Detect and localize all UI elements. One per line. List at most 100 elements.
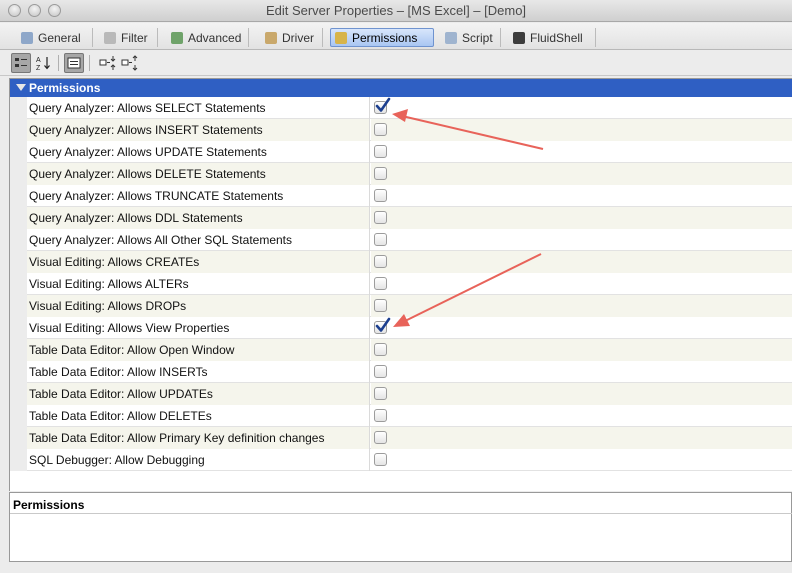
property-value — [371, 141, 792, 163]
row-gutter — [10, 317, 27, 339]
tab-fluidshell[interactable]: FluidShell — [509, 28, 596, 47]
description-divider — [10, 513, 792, 514]
property-row[interactable]: Visual Editing: Allows ALTERs — [10, 273, 792, 295]
property-name: Table Data Editor: Allow Primary Key def… — [27, 427, 370, 449]
advanced-icon — [171, 31, 183, 44]
permission-checkbox[interactable] — [374, 365, 387, 378]
tab-script[interactable]: Script — [441, 28, 501, 47]
property-name: Query Analyzer: Allows SELECT Statements — [27, 97, 370, 119]
collapse-all-button[interactable] — [120, 53, 140, 73]
row-gutter — [10, 361, 27, 383]
sort-alphabetical-button[interactable]: A Z — [33, 53, 53, 73]
property-row[interactable]: Visual Editing: Allows CREATEs — [10, 251, 792, 273]
tab-driver[interactable]: Driver — [261, 28, 323, 47]
driver-icon — [265, 31, 277, 44]
property-name: Visual Editing: Allows ALTERs — [27, 273, 370, 295]
permission-checkbox[interactable] — [374, 431, 387, 444]
row-gutter — [10, 295, 27, 317]
tab-label: General — [38, 30, 81, 45]
property-name: Query Analyzer: Allows All Other SQL Sta… — [27, 229, 370, 251]
property-row[interactable]: Query Analyzer: Allows DDL Statements — [10, 207, 792, 229]
property-row[interactable]: Query Analyzer: Allows DELETE Statements — [10, 163, 792, 185]
property-row[interactable]: Table Data Editor: Allow Open Window — [10, 339, 792, 361]
property-value — [371, 119, 792, 141]
row-gutter — [10, 273, 27, 295]
property-value — [371, 361, 792, 383]
row-gutter — [10, 97, 27, 119]
property-row[interactable]: Query Analyzer: Allows SELECT Statements — [10, 97, 792, 119]
property-row[interactable]: Query Analyzer: Allows TRUNCATE Statemen… — [10, 185, 792, 207]
property-row[interactable]: Visual Editing: Allows View Properties — [10, 317, 792, 339]
permissions-icon — [335, 31, 347, 44]
property-name: Query Analyzer: Allows UPDATE Statements — [27, 141, 370, 163]
property-row[interactable]: Query Analyzer: Allows UPDATE Statements — [10, 141, 792, 163]
property-name: Query Analyzer: Allows DELETE Statements — [27, 163, 370, 185]
property-row[interactable]: Table Data Editor: Allow Primary Key def… — [10, 427, 792, 449]
permission-checkbox[interactable] — [374, 277, 387, 290]
description-title: Permissions — [13, 498, 85, 512]
permission-checkbox[interactable] — [374, 233, 387, 246]
description-panel: Permissions — [9, 492, 792, 562]
svg-text:Z: Z — [36, 65, 41, 71]
sort-alphabetical-icon: A Z — [36, 57, 50, 71]
property-value — [371, 383, 792, 405]
tab-label: Advanced — [188, 30, 242, 45]
permission-checkbox[interactable] — [374, 343, 387, 356]
tab-general[interactable]: General — [17, 28, 93, 47]
permission-checkbox[interactable] — [374, 317, 391, 334]
row-gutter — [10, 339, 27, 361]
property-value — [371, 405, 792, 427]
checkmark-icon — [375, 97, 391, 112]
property-row[interactable]: Query Analyzer: Allows INSERT Statements — [10, 119, 792, 141]
row-gutter — [10, 251, 27, 273]
property-value — [371, 427, 792, 449]
tab-label: Filter — [121, 30, 148, 45]
permission-checkbox[interactable] — [374, 189, 387, 202]
tab-filter[interactable]: Filter — [100, 28, 158, 47]
property-name: Table Data Editor: Allow INSERTs — [27, 361, 370, 383]
property-value — [371, 295, 792, 317]
permission-checkbox[interactable] — [374, 255, 387, 268]
permission-checkbox[interactable] — [374, 97, 391, 114]
expand-all-button[interactable] — [98, 53, 118, 73]
permission-checkbox[interactable] — [374, 453, 387, 466]
toolbar-separator — [89, 55, 90, 71]
row-gutter — [10, 405, 27, 427]
property-row[interactable]: Table Data Editor: Allow INSERTs — [10, 361, 792, 383]
tab-advanced[interactable]: Advanced — [167, 28, 249, 47]
general-icon — [21, 31, 33, 44]
categorized-view-button[interactable] — [11, 53, 31, 73]
property-row[interactable]: Table Data Editor: Allow DELETEs — [10, 405, 792, 427]
permission-checkbox[interactable] — [374, 167, 387, 180]
tab-label: Script — [462, 30, 493, 45]
tab-label: Permissions — [352, 30, 418, 45]
permission-checkbox[interactable] — [374, 123, 387, 136]
permission-checkbox[interactable] — [374, 145, 387, 158]
toolbar-separator — [58, 55, 59, 71]
property-row[interactable]: Query Analyzer: Allows All Other SQL Sta… — [10, 229, 792, 251]
permission-checkbox[interactable] — [374, 299, 387, 312]
property-value — [371, 339, 792, 361]
row-gutter — [10, 141, 27, 163]
property-value — [371, 317, 792, 339]
property-toolbar: A Z — [0, 50, 792, 76]
property-row[interactable]: SQL Debugger: Allow Debugging — [10, 449, 792, 471]
fluidshell-icon — [513, 31, 525, 44]
property-name: SQL Debugger: Allow Debugging — [27, 449, 370, 471]
property-row[interactable]: Visual Editing: Allows DROPs — [10, 295, 792, 317]
window-title: Edit Server Properties – [MS Excel] – [D… — [265, 3, 527, 18]
property-value — [371, 229, 792, 251]
permission-checkbox[interactable] — [374, 409, 387, 422]
property-value — [371, 207, 792, 229]
permission-checkbox[interactable] — [374, 387, 387, 400]
show-description-button[interactable] — [64, 53, 84, 73]
tab-permissions[interactable]: Permissions — [330, 28, 434, 47]
row-gutter — [10, 449, 27, 471]
permission-checkbox[interactable] — [374, 211, 387, 224]
permissions-group-header[interactable]: Permissions — [10, 79, 792, 97]
property-row[interactable]: Table Data Editor: Allow UPDATEs — [10, 383, 792, 405]
row-gutter — [10, 383, 27, 405]
tab-label: Driver — [282, 30, 314, 45]
title-bar: Edit Server Properties – [MS Excel] – [D… — [0, 0, 792, 22]
collapse-triangle-icon[interactable] — [16, 84, 26, 91]
